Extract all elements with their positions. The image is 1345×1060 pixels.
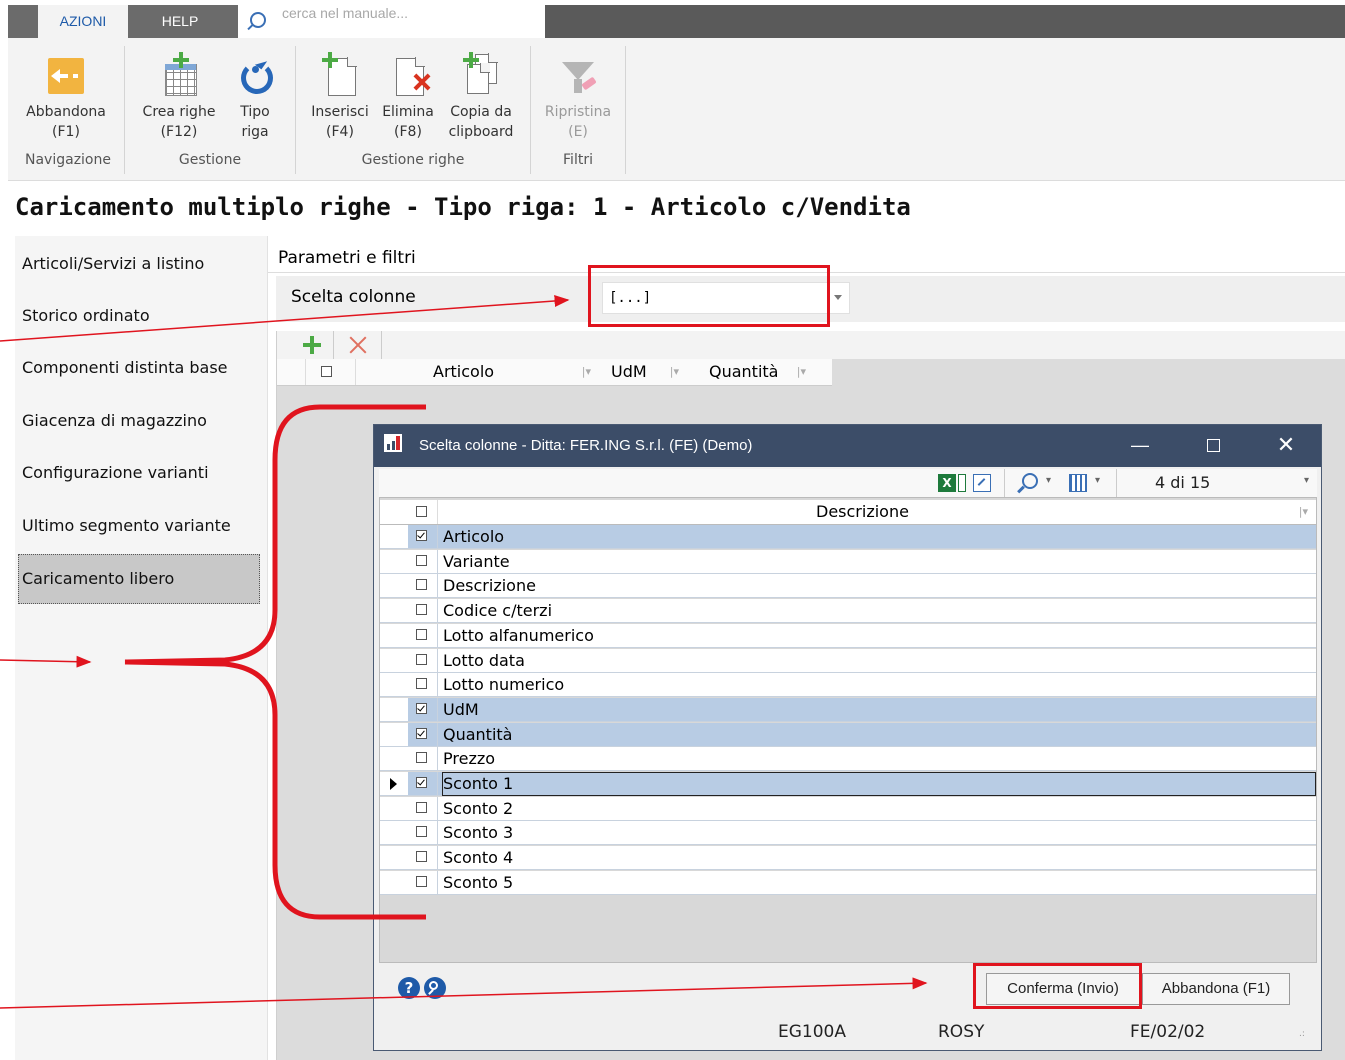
annotation-brace xyxy=(124,404,426,920)
annotation-arrow-confirm xyxy=(0,977,928,1009)
annotation-overlay xyxy=(0,294,928,1009)
annotation-arrow-list xyxy=(0,655,92,668)
annotation-arrow-combo xyxy=(0,294,570,342)
